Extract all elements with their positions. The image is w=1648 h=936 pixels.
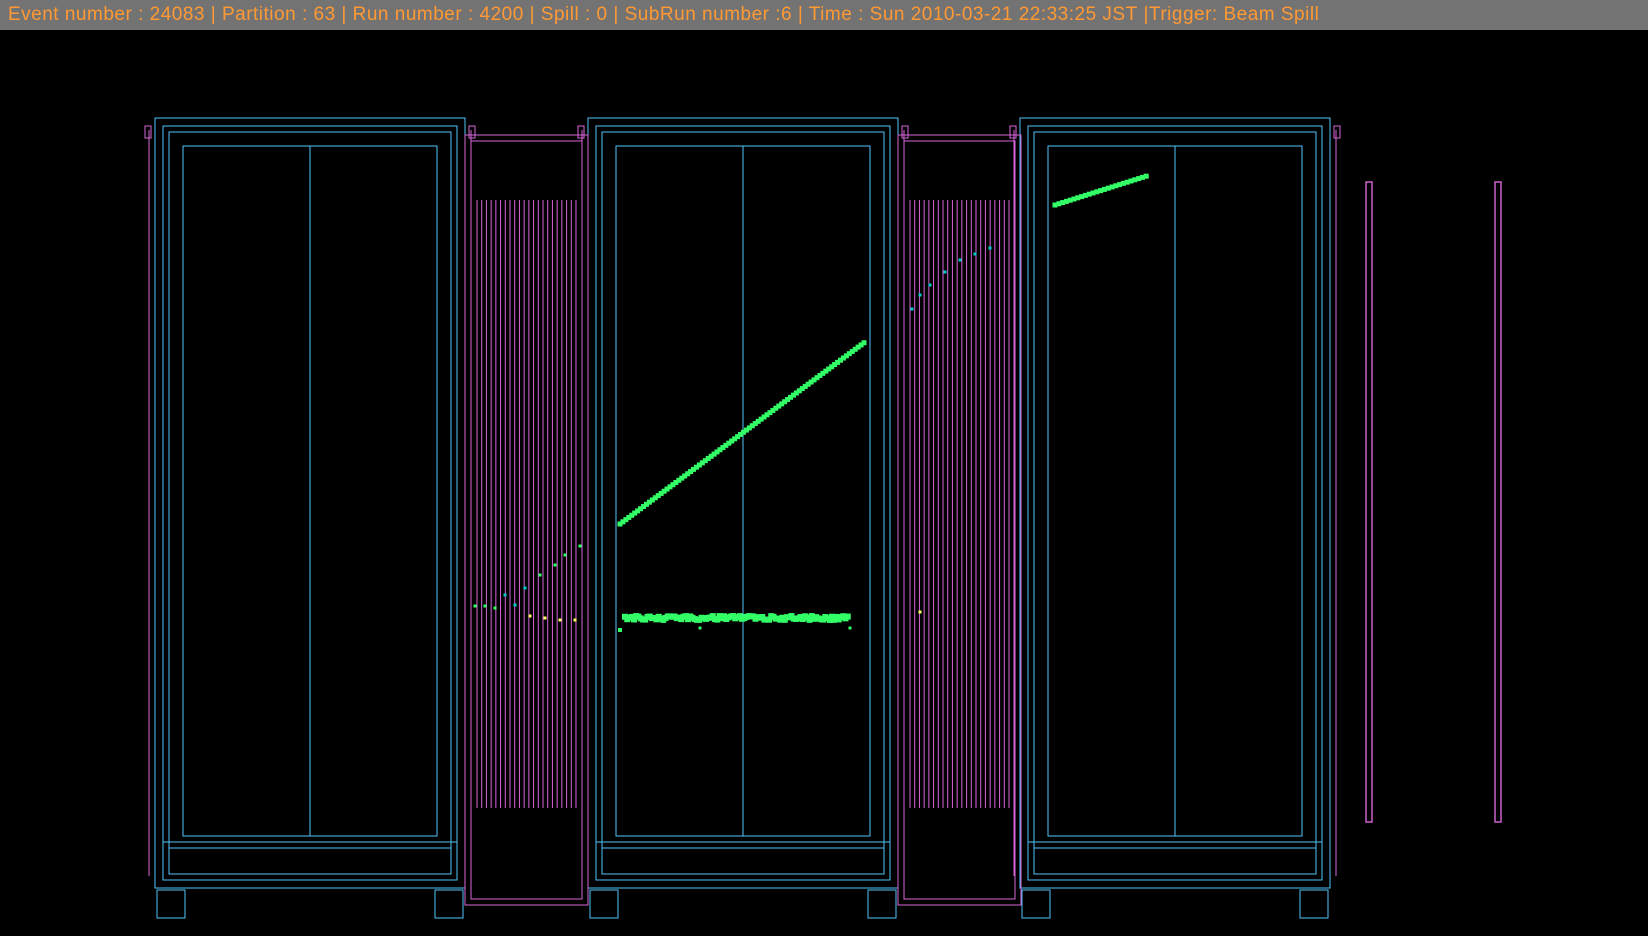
spill-label: | Spill : bbox=[524, 4, 597, 26]
trigger-label: |Trigger: bbox=[1138, 4, 1224, 26]
tpc-modules-group bbox=[145, 118, 1340, 918]
time-label: | Time : bbox=[792, 4, 870, 26]
detector-event-display bbox=[0, 30, 1648, 936]
subrun-value: 6 bbox=[781, 4, 792, 26]
time-value: Sun 2010-03-21 22:33:25 JST bbox=[870, 4, 1138, 26]
subrun-label: | SubRun number : bbox=[608, 4, 781, 26]
detector-svg bbox=[0, 30, 1648, 936]
run-number-value: 4200 bbox=[480, 4, 524, 26]
status-header-bar: Event number : 24083 | Partition : 63 | … bbox=[0, 0, 1648, 30]
event-number-label: Event number : bbox=[8, 4, 150, 26]
run-number-label: | Run number : bbox=[336, 4, 480, 26]
smrd-panels-group bbox=[1366, 182, 1501, 822]
spill-value: 0 bbox=[597, 4, 608, 26]
partition-value: 63 bbox=[314, 4, 336, 26]
event-number-value: 24083 bbox=[150, 4, 205, 26]
partition-label: | Partition : bbox=[205, 4, 314, 26]
particle-tracks-group bbox=[474, 174, 1149, 632]
trigger-value: Beam Spill bbox=[1223, 4, 1319, 26]
